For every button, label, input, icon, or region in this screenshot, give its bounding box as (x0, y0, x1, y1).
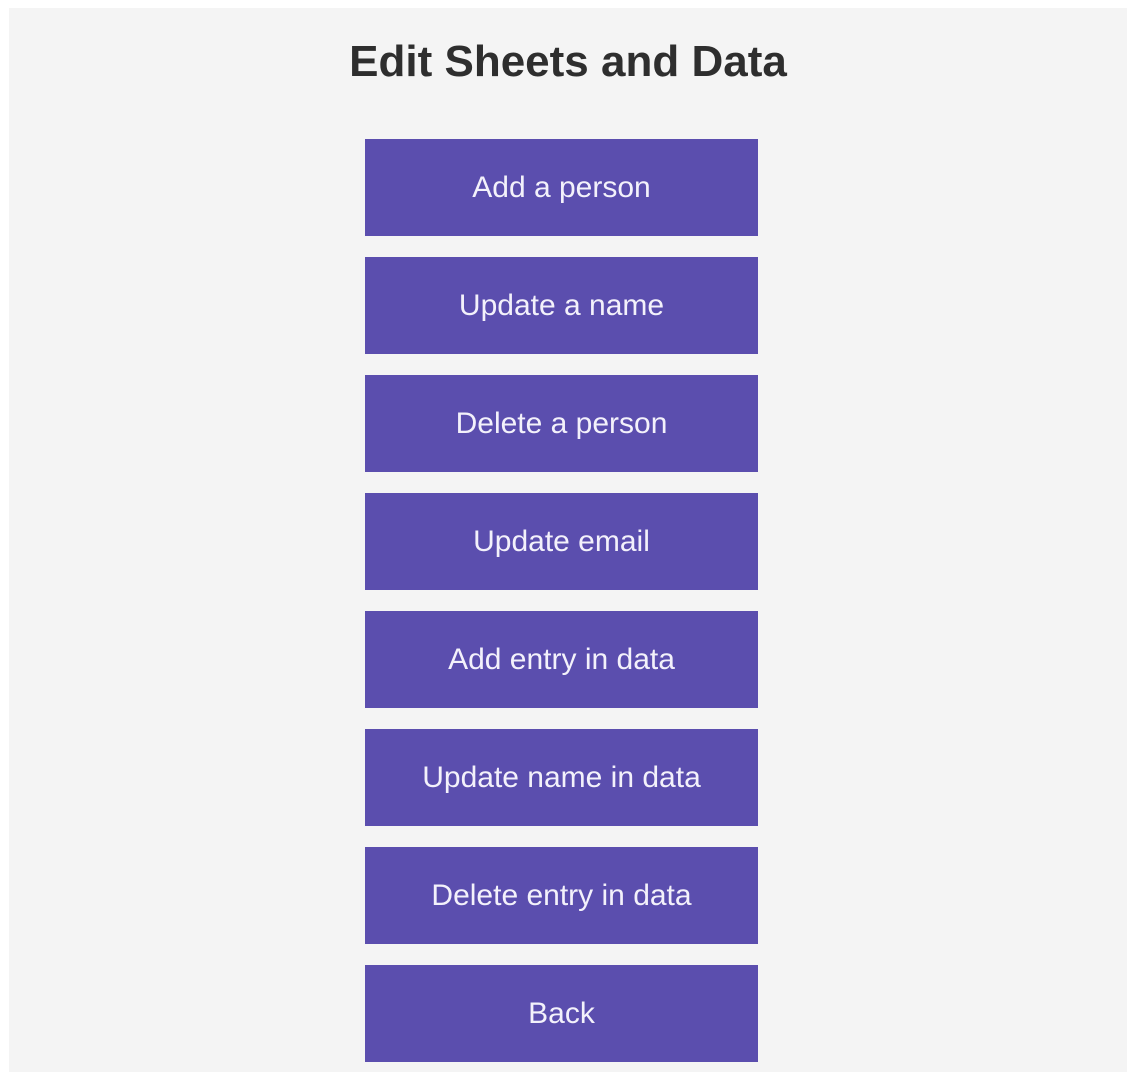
add-person-button[interactable]: Add a person (365, 139, 758, 236)
delete-entry-in-data-button[interactable]: Delete entry in data (365, 847, 758, 944)
update-email-button[interactable]: Update email (365, 493, 758, 590)
delete-person-button[interactable]: Delete a person (365, 375, 758, 472)
page-title: Edit Sheets and Data (349, 37, 787, 86)
edit-sheets-panel: Edit Sheets and Data Add a person Update… (9, 8, 1127, 1072)
update-name-in-data-button[interactable]: Update name in data (365, 729, 758, 826)
update-name-button[interactable]: Update a name (365, 257, 758, 354)
action-menu: Add a person Update a name Delete a pers… (365, 139, 758, 1083)
add-entry-in-data-button[interactable]: Add entry in data (365, 611, 758, 708)
back-button[interactable]: Back (365, 965, 758, 1062)
